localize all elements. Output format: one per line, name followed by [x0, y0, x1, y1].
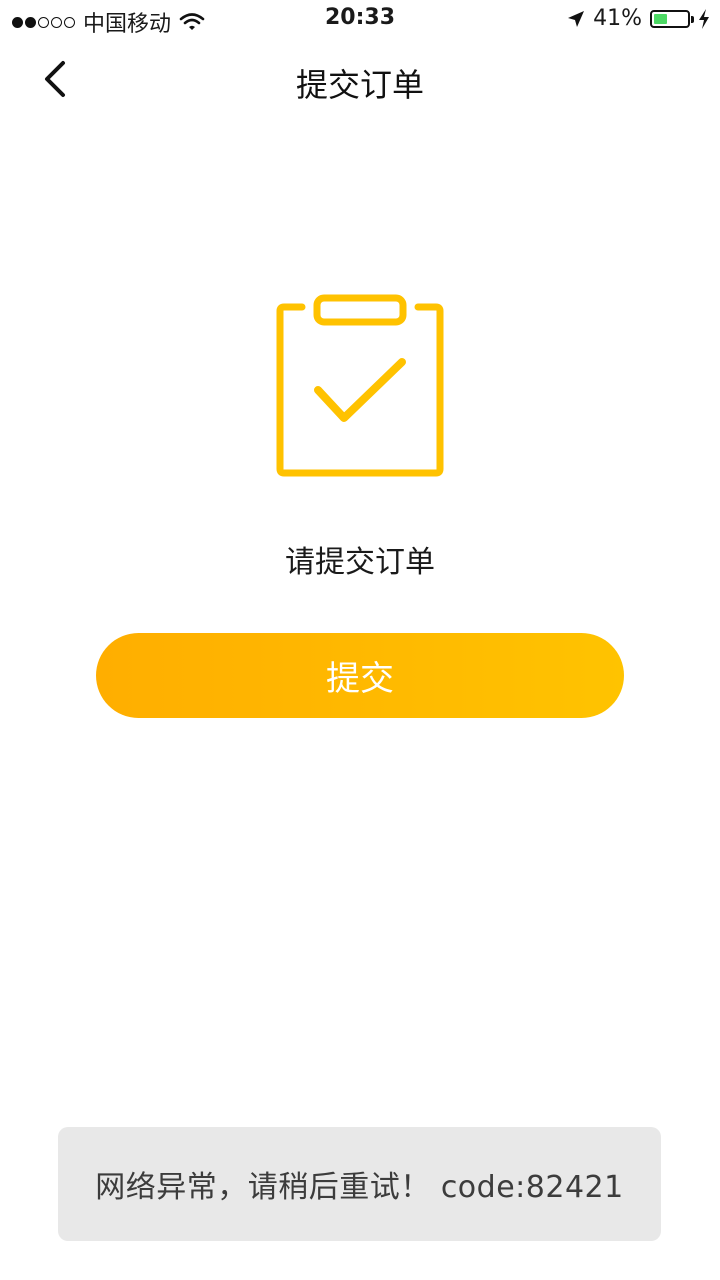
- status-bar: 中国移动 20:33 41%: [0, 0, 720, 40]
- submit-button[interactable]: 提交: [96, 633, 624, 718]
- screen: 中国移动 20:33 41% 提交订单 请提交订单 提交 网络异常，请稍后重试！…: [0, 0, 720, 1280]
- battery-fill: [654, 13, 667, 24]
- battery-icon: [650, 9, 694, 28]
- clipboard-check-icon: [276, 294, 444, 477]
- navigation-bar: 提交订单: [0, 40, 720, 120]
- location-arrow-icon: [568, 10, 585, 27]
- error-toast: 网络异常，请稍后重试！ code:82421: [58, 1127, 661, 1241]
- battery-percent: 41%: [593, 6, 642, 31]
- charging-bolt-icon: [699, 8, 709, 29]
- battery-tip: [691, 15, 694, 23]
- submit-prompt-text: 请提交订单: [285, 545, 435, 580]
- status-bar-right: 41%: [567, 6, 710, 31]
- submit-button-label: 提交: [326, 659, 394, 699]
- toast-message: 网络异常，请稍后重试！ code:82421: [95, 1170, 624, 1205]
- page-title: 提交订单: [295, 66, 424, 104]
